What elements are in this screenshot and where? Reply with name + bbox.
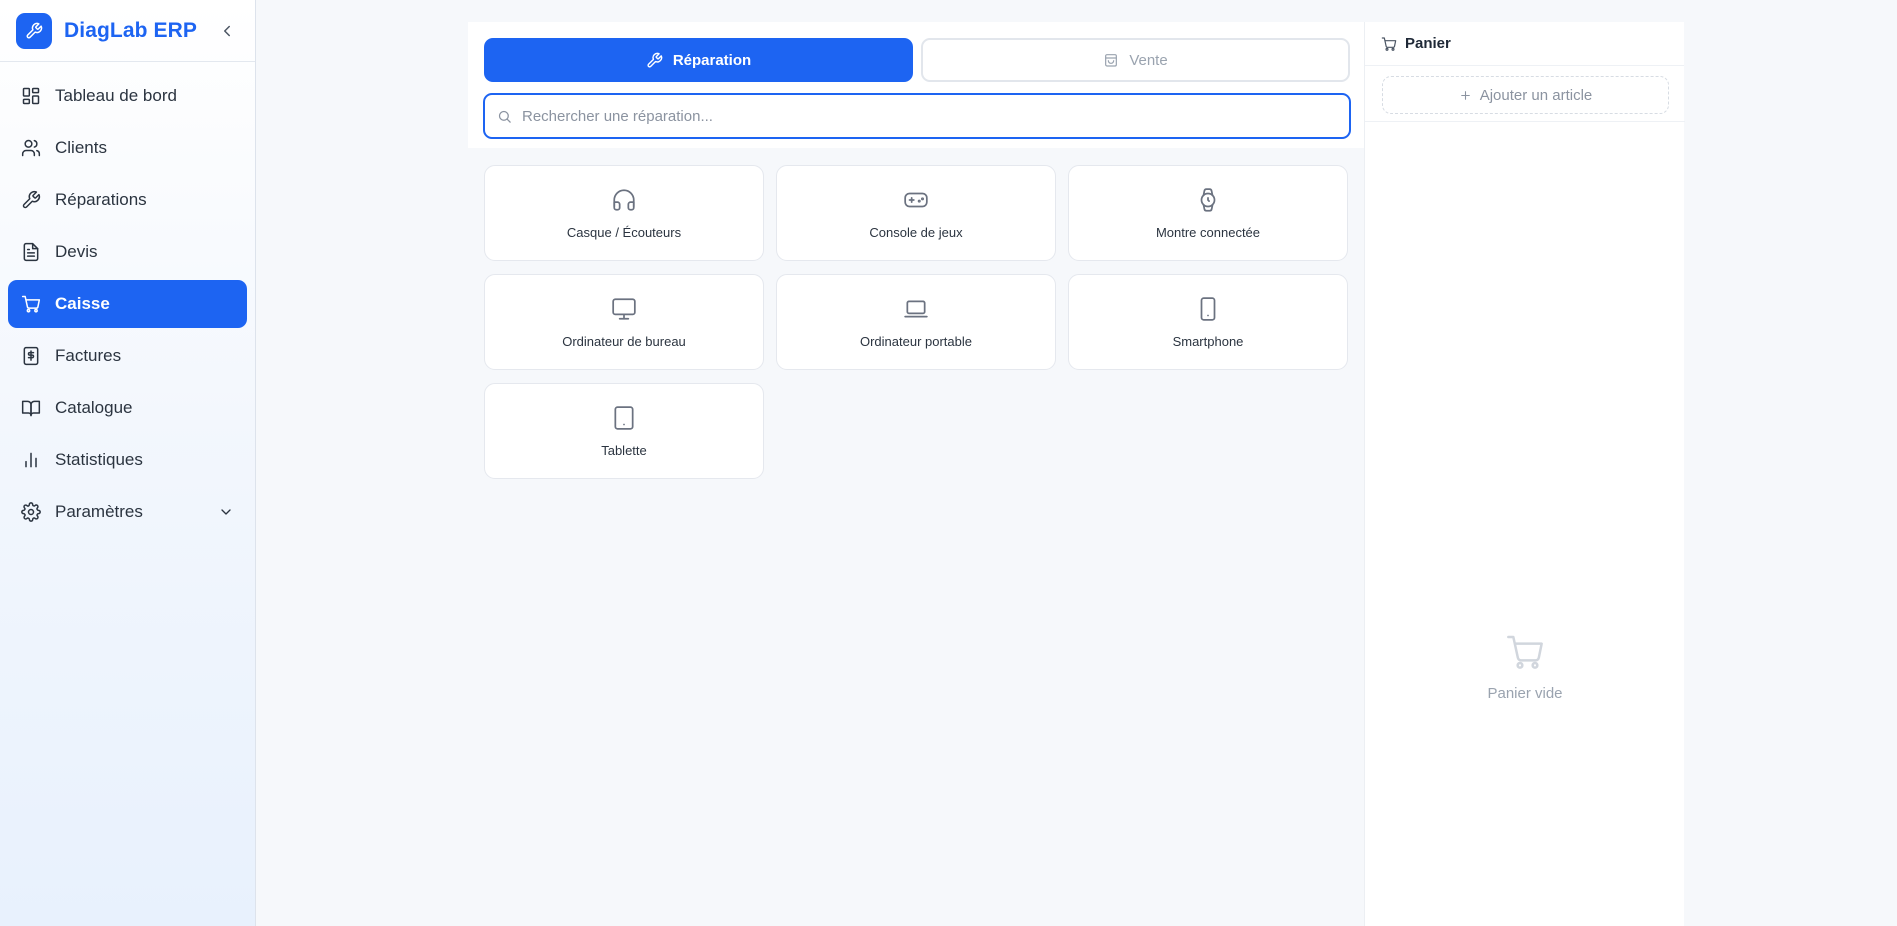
sidebar-nav: Tableau de bord Clients Réparations Devi… (0, 62, 255, 550)
tab-label: Réparation (672, 51, 752, 69)
sidebar-item-label: Clients (55, 138, 107, 157)
cart-empty-label: Panier vide (1487, 685, 1563, 702)
search-icon (498, 110, 511, 123)
chevron-down-icon (218, 504, 234, 520)
divider (1365, 121, 1685, 122)
brand-header: DiagLab ERP (0, 0, 255, 62)
cart-panel: Panier Ajouter un article Panier vide (1364, 22, 1685, 926)
sidebar-item-label: Paramètres (55, 502, 143, 521)
bar-chart-icon (25, 452, 37, 468)
sidebar-item-reparations[interactable]: Réparations (8, 176, 247, 224)
sidebar-item-catalogue[interactable]: Catalogue (8, 384, 247, 432)
tab-vente[interactable]: Vente (921, 38, 1350, 82)
wrench-icon (22, 190, 41, 209)
sidebar-item-statistiques[interactable]: Statistiques (8, 436, 247, 484)
cart-icon (1381, 36, 1397, 51)
sidebar-item-label: Factures (55, 346, 122, 365)
app-logo-wrench-icon (16, 12, 52, 49)
sidebar-item-label: Catalogue (55, 398, 133, 417)
category-tile-smartphone[interactable]: Smartphone (1068, 274, 1348, 370)
tab-reparation[interactable]: Réparation (484, 38, 913, 82)
category-tile-ordinateur-portable[interactable]: Ordinateur portable (776, 274, 1056, 370)
sidebar-item-clients[interactable]: Clients (8, 124, 247, 172)
category-label: Montre connectée (1155, 225, 1261, 240)
watch-icon (1195, 186, 1221, 214)
pos-header: Réparation Vente (468, 22, 1364, 148)
category-tile-montre[interactable]: Montre connectée (1068, 165, 1348, 261)
invoice-dollar-icon (23, 346, 39, 366)
search-input[interactable] (522, 107, 1322, 125)
headphones-icon (611, 186, 637, 214)
category-tile-console[interactable]: Console de jeux (776, 165, 1056, 261)
cart-empty-state: Panier vide (1365, 632, 1685, 702)
cart-header: Panier (1365, 22, 1684, 66)
sidebar-item-tableau-de-bord[interactable]: Tableau de bord (8, 72, 247, 120)
sidebar-item-label: Statistiques (55, 450, 143, 469)
monitor-icon (610, 295, 638, 323)
dashboard-icon (22, 87, 40, 105)
tablet-icon (611, 404, 637, 432)
category-tile-ordinateur-bureau[interactable]: Ordinateur de bureau (484, 274, 764, 370)
sidebar-item-label: Tableau de bord (55, 86, 177, 105)
document-icon (23, 242, 39, 262)
add-article-label: Ajouter un article (1479, 86, 1593, 104)
laptop-icon (902, 295, 930, 323)
sidebar-item-caisse[interactable]: Caisse (8, 280, 247, 328)
category-label: Ordinateur portable (859, 334, 972, 349)
category-label: Console de jeux (869, 225, 963, 240)
cart-icon (21, 295, 41, 313)
cart-title: Panier (1405, 35, 1451, 52)
shopping-bag-icon (1105, 54, 1118, 67)
book-icon (21, 400, 41, 417)
app-name: DiagLab ERP (64, 18, 197, 42)
add-article-button[interactable]: Ajouter un article (1382, 76, 1669, 114)
sidebar-item-label: Réparations (55, 190, 147, 209)
app-root: DiagLab ERP Tableau de bord Clients Répa… (0, 0, 1897, 926)
search-field[interactable] (483, 93, 1351, 139)
gamepad-icon (902, 186, 930, 214)
plus-icon (1460, 90, 1470, 100)
smartphone-icon (1195, 295, 1221, 323)
gear-icon (21, 502, 41, 522)
sidebar-item-label: Caisse (55, 294, 110, 313)
users-icon (21, 139, 41, 157)
sidebar-item-label: Devis (55, 242, 98, 261)
category-tile-tablette[interactable]: Tablette (484, 383, 764, 479)
wrench-icon (647, 52, 663, 68)
category-label: Smartphone (1172, 334, 1244, 349)
sidebar-item-factures[interactable]: Factures (8, 332, 247, 380)
category-tile-casque[interactable]: Casque / Écouteurs (484, 165, 764, 261)
category-label: Casque / Écouteurs (566, 225, 682, 240)
sidebar-item-devis[interactable]: Devis (8, 228, 247, 276)
sidebar: DiagLab ERP Tableau de bord Clients Répa… (0, 0, 256, 926)
category-label: Tablette (601, 443, 647, 458)
tab-label: Vente (1129, 51, 1168, 69)
category-label: Ordinateur de bureau (562, 334, 686, 349)
collapse-sidebar-button[interactable] (215, 19, 239, 43)
sidebar-item-parametres[interactable]: Paramètres (8, 488, 247, 536)
empty-cart-icon (1507, 635, 1543, 669)
chevron-left-icon (224, 25, 230, 36)
